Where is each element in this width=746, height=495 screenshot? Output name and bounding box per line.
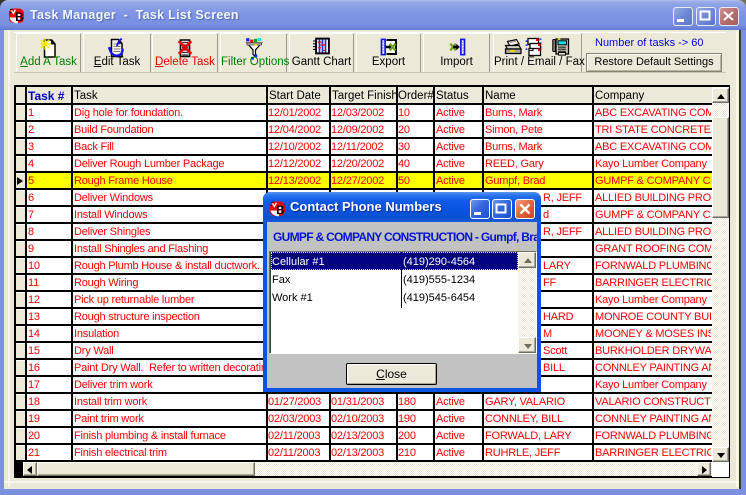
svg-text:B: B [15,12,23,24]
svg-text:B: B [276,205,284,217]
